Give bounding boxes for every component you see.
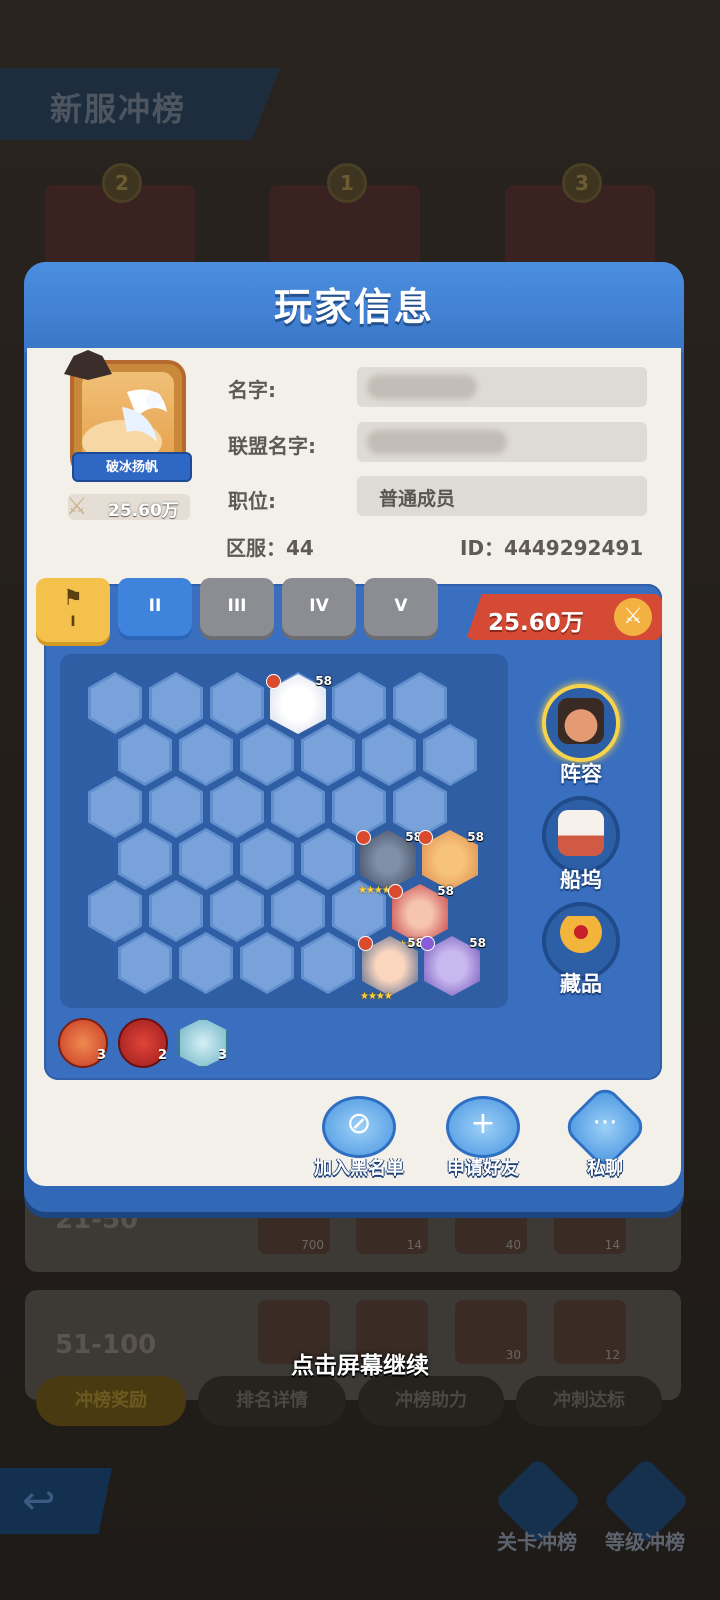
trophy-icon bbox=[558, 916, 604, 962]
name-field bbox=[357, 367, 647, 407]
lineup-power-badge: 25.60万 ⚔ bbox=[466, 594, 662, 640]
tab-sprint-goal[interactable]: 冲刺达标 bbox=[516, 1376, 662, 1426]
avatar-power-badge: ⚔ 25.60万 bbox=[66, 492, 190, 521]
tab-rank-boost[interactable]: 冲榜助力 bbox=[358, 1376, 504, 1426]
position-field: 普通成员 bbox=[357, 476, 647, 516]
crossed-swords-icon: ⚔ bbox=[614, 598, 652, 636]
captain-icon bbox=[558, 698, 604, 744]
hero-level: 58 bbox=[437, 884, 454, 898]
hero-level: 58 bbox=[315, 674, 332, 688]
faction-badge bbox=[420, 936, 435, 951]
tab-formation-4[interactable]: IV bbox=[282, 578, 356, 636]
lineup-button[interactable] bbox=[542, 684, 620, 762]
synergy-count: 3 bbox=[97, 1048, 107, 1063]
faction-badge bbox=[266, 674, 281, 689]
avatar-frame-title: 破冰扬帆 bbox=[72, 452, 192, 482]
alliance-label: 联盟名字: bbox=[228, 434, 316, 458]
add-friend-button[interactable]: + 申请好友 bbox=[428, 1096, 538, 1186]
faction-badge bbox=[388, 884, 403, 899]
avatar-portrait bbox=[82, 372, 174, 464]
hero-unit[interactable]: 58 bbox=[420, 936, 486, 1000]
ship-sail-icon bbox=[558, 810, 604, 856]
alliance-field bbox=[357, 422, 647, 462]
event-banner-title: 新服冲榜 bbox=[50, 90, 187, 128]
faction-badge bbox=[358, 936, 373, 951]
dialog-title: 玩家信息 bbox=[273, 285, 434, 329]
tab-rank-details[interactable]: 排名详情 bbox=[198, 1376, 346, 1426]
lineup-button-label: 阵容 bbox=[560, 762, 602, 786]
position-label: 职位: bbox=[228, 489, 276, 513]
tab-formation-5[interactable]: V bbox=[364, 578, 438, 636]
faction-badge bbox=[356, 830, 371, 845]
hero-stars: ★★★★ bbox=[360, 991, 393, 1002]
back-arrow-icon: ↩ bbox=[22, 1478, 56, 1524]
blurred-alliance bbox=[367, 430, 507, 454]
private-chat-button[interactable]: ··· 私聊 bbox=[550, 1083, 660, 1186]
shipyard-button-label: 船坞 bbox=[560, 868, 602, 892]
name-label: 名字: bbox=[228, 378, 276, 402]
tab-rank-rewards[interactable]: 冲榜奖励 bbox=[36, 1376, 186, 1426]
flag-icon: ⚑ bbox=[63, 586, 83, 611]
status-bar bbox=[0, 0, 720, 18]
shipyard-button[interactable] bbox=[542, 796, 620, 874]
hero-unit[interactable]: 58 bbox=[266, 674, 332, 738]
stage-rank-button[interactable]: 关卡冲榜 bbox=[492, 1457, 582, 1554]
tap-to-continue-hint[interactable]: 点击屏幕继续 bbox=[0, 1346, 720, 1380]
plus-icon: + bbox=[470, 1106, 496, 1141]
ellipsis-icon: ··· bbox=[592, 1108, 618, 1138]
blacklist-button[interactable]: ⊘ 加入黑名单 bbox=[304, 1096, 414, 1186]
player-id[interactable]: ID：4449292491 bbox=[460, 532, 643, 561]
faction-badge bbox=[418, 830, 433, 845]
tab-formation-3[interactable]: III bbox=[200, 578, 274, 636]
hero-level: 58 bbox=[467, 830, 484, 844]
blurred-name bbox=[367, 375, 477, 399]
ghost-block-icon: ⊘ bbox=[346, 1106, 372, 1141]
tab-formation-1[interactable]: ⚑ I bbox=[36, 578, 110, 642]
crossed-swords-icon: ⚔ bbox=[66, 492, 88, 520]
rank-medal: 2 bbox=[102, 163, 142, 203]
rank-medal: 1 bbox=[327, 163, 367, 203]
synergy-count: 3 bbox=[218, 1048, 228, 1063]
rank-medal: 3 bbox=[562, 163, 602, 203]
back-button[interactable]: ↩ bbox=[0, 1468, 112, 1534]
level-rank-button[interactable]: 等级冲榜 bbox=[600, 1457, 690, 1554]
hero-unit[interactable]: 58 ★★★★ bbox=[358, 936, 424, 1002]
collection-button-label: 藏品 bbox=[560, 972, 602, 996]
hero-level: 58 bbox=[469, 936, 486, 950]
server-info: 区服：44 bbox=[226, 536, 314, 560]
position-value: 普通成员 bbox=[379, 488, 456, 510]
tab-formation-2[interactable]: II bbox=[118, 578, 192, 636]
synergy-count: 2 bbox=[158, 1048, 168, 1063]
